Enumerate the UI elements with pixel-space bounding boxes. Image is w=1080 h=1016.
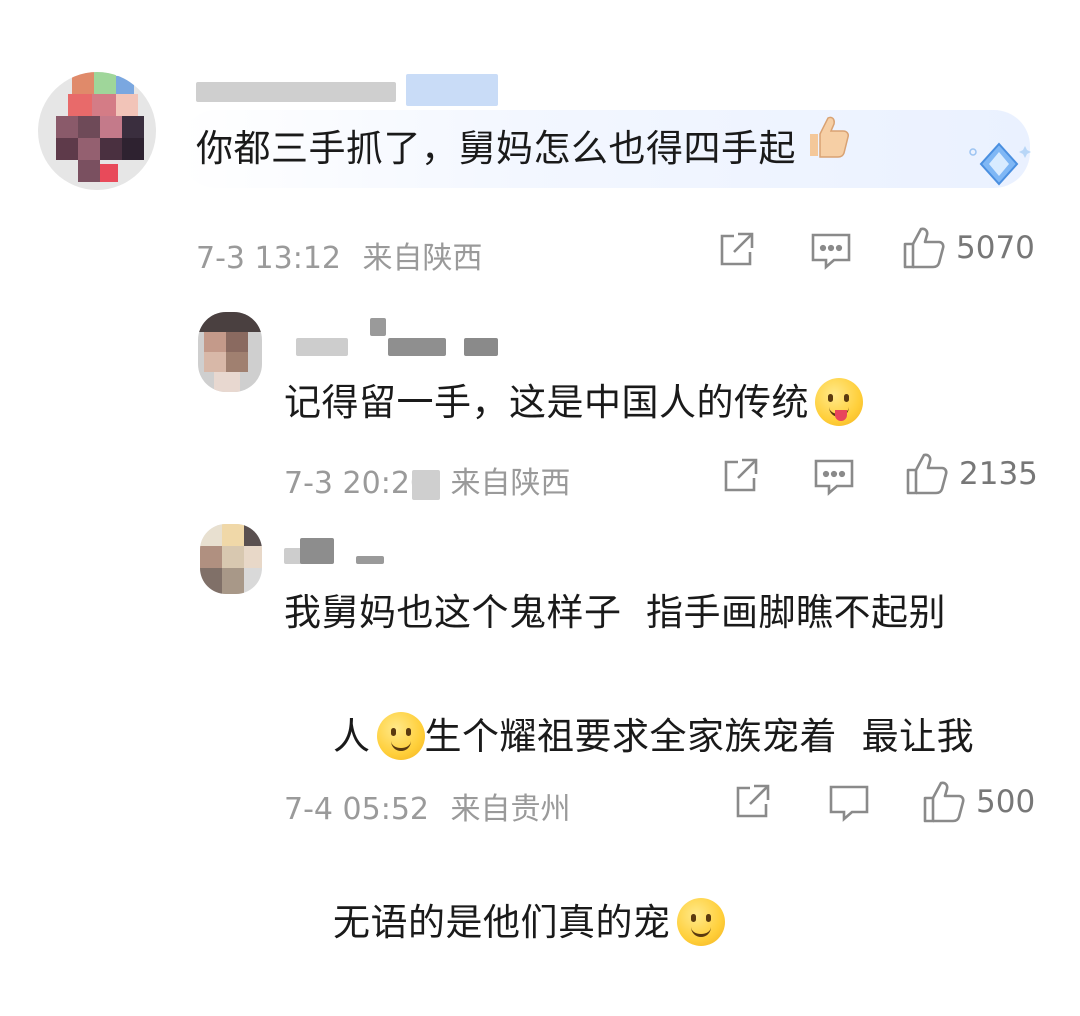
comment-line-3: 无语的是他们真的宠 [284,830,974,1016]
comment-text: 记得留一手，这是中国人的传统 [284,372,863,434]
comment-time: 7-3 13:12 [196,241,341,276]
smile-face-icon [376,711,425,760]
like-count: 500 [976,784,1036,820]
comment-location: 来自贵州 [450,792,571,827]
share-button[interactable] [716,230,756,270]
comment-location: 来自陕西 [450,466,571,501]
share-icon [720,232,754,266]
comment-time: 7-4 05:52 [284,792,429,827]
like-count: 2135 [959,456,1038,492]
like-button[interactable]: 5070 [902,226,1035,270]
thumbs-up-icon [802,114,850,179]
comment-location: 来自陕西 [362,241,483,276]
comment-time: 7-3 20:20 [284,466,429,501]
like-button[interactable]: 500 [922,780,1035,824]
like-count: 5070 [956,230,1035,266]
avatar[interactable] [38,72,156,190]
avatar[interactable] [198,312,262,392]
username-blurred[interactable] [296,338,348,356]
reply-button[interactable] [813,458,855,496]
comment-meta: 7-3 13:12 来自陕西 [196,233,483,277]
reply-icon [814,459,854,496]
comment-line-1: 我舅妈也这个鬼样子 指手画脚瞧不起别 [284,591,947,634]
reply-button[interactable] [810,232,852,270]
share-icon [724,458,758,492]
like-icon [906,453,948,495]
avatar[interactable] [200,524,262,594]
reply-button[interactable] [828,784,870,822]
reply-icon [829,785,869,822]
like-button[interactable]: 2135 [905,452,1038,496]
username-blurred [388,338,446,356]
username-blurred [370,318,386,336]
reply-icon [811,233,851,270]
diamond-badge-icon [965,138,1033,198]
user-badge-blurred [406,74,498,106]
share-icon [736,784,770,818]
username-blurred [300,538,334,564]
comment-text: 你都三手抓了，舅妈怎么也得四手起 [196,116,850,183]
share-button[interactable] [720,456,760,496]
username-blurred [356,556,384,564]
time-blur [412,470,440,500]
smile-face-icon [676,897,725,946]
comment-meta: 7-4 05:52 来自贵州 [284,784,571,828]
share-button[interactable] [732,782,772,822]
like-icon [923,781,965,823]
username-blurred[interactable] [196,82,396,102]
username-blurred [464,338,498,356]
tongue-out-face-icon [815,377,863,426]
like-icon [903,227,945,269]
